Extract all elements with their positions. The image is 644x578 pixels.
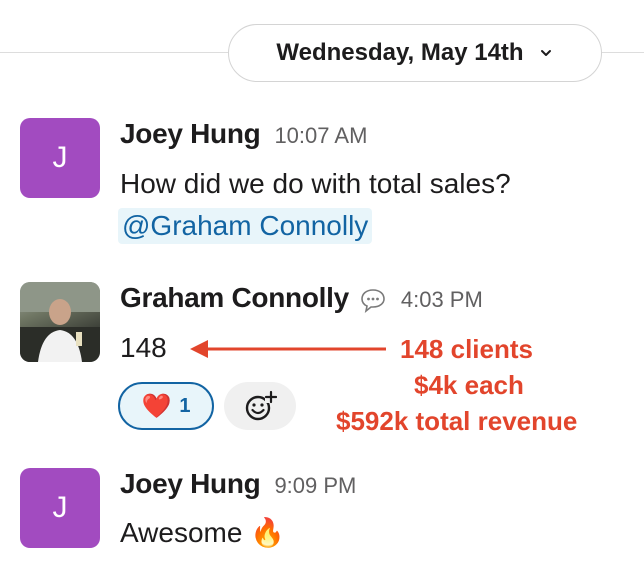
sender-label: Joey Hung [120, 468, 261, 499]
date-label: Wednesday, May 14th [276, 39, 524, 66]
reaction-count: 1 [179, 394, 191, 417]
sender-name[interactable]: Joey Hung 10:07 AM [120, 118, 367, 150]
sender-label: Joey Hung [120, 118, 261, 149]
heart-reaction-button[interactable]: ❤️ 1 [118, 382, 214, 430]
add-reaction-button[interactable] [224, 382, 296, 430]
speech-bubble-icon [361, 288, 385, 313]
user-mention[interactable]: @Graham Connolly [118, 208, 373, 244]
annotation-arrow-icon [190, 340, 386, 358]
chevron-down-icon [540, 50, 551, 56]
message-time[interactable]: 4:03 PM [401, 287, 483, 312]
heart-icon: ❤️ [141, 392, 172, 420]
message-time[interactable]: 10:07 AM [274, 123, 367, 148]
avatar[interactable]: J [20, 468, 100, 548]
sender-name[interactable]: Joey Hung 9:09 PM [120, 468, 356, 500]
sender-name[interactable]: Graham Connolly 4:03 PM [120, 282, 483, 314]
avatar[interactable]: J [20, 118, 100, 198]
date-divider-button[interactable]: Wednesday, May 14th [228, 24, 602, 82]
profile-photo-icon [20, 282, 100, 362]
annotation-line-1: 148 clients [400, 334, 533, 364]
message-text: Awesome 🔥 [120, 517, 286, 548]
message-text: 148 [120, 332, 167, 363]
message-time[interactable]: 9:09 PM [274, 473, 356, 498]
annotation-line-3: $592k total revenue [336, 406, 578, 436]
avatar[interactable] [20, 282, 100, 362]
sender-label: Graham Connolly [120, 282, 349, 313]
message-text: How did we do with total sales? [120, 168, 511, 199]
annotation-line-2: $4k each [414, 370, 524, 400]
add-emoji-icon [245, 390, 277, 421]
